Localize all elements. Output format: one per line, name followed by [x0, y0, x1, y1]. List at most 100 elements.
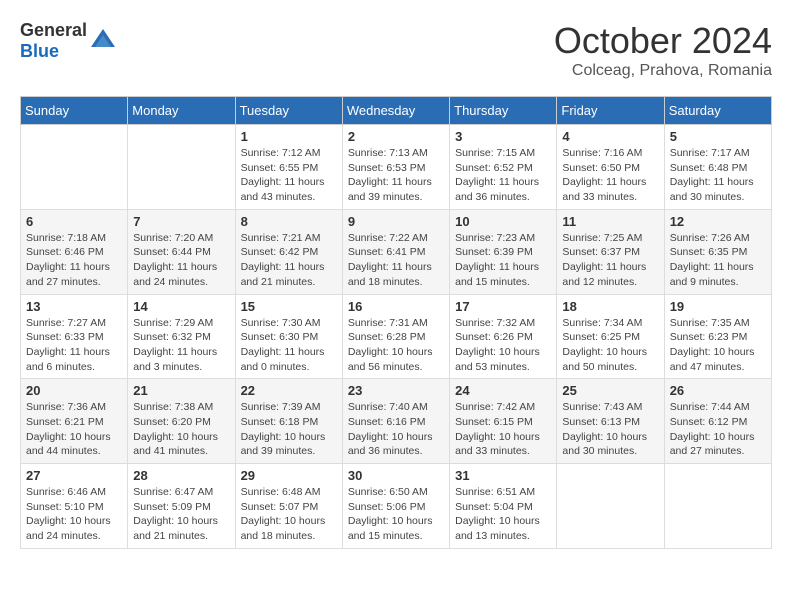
weekday-header: Thursday — [450, 97, 557, 125]
logo: General Blue — [20, 20, 117, 62]
calendar-cell: 31 Sunrise: 6:51 AM Sunset: 5:04 PM Dayli… — [450, 464, 557, 549]
calendar-cell: 23 Sunrise: 7:40 AM Sunset: 6:16 PM Dayli… — [342, 379, 449, 464]
day-number: 15 — [241, 299, 337, 314]
calendar-cell: 20 Sunrise: 7:36 AM Sunset: 6:21 PM Dayli… — [21, 379, 128, 464]
day-info: Sunrise: 7:22 AM Sunset: 6:41 PM Dayligh… — [348, 231, 444, 290]
day-number: 10 — [455, 214, 551, 229]
day-info: Sunrise: 7:13 AM Sunset: 6:53 PM Dayligh… — [348, 146, 444, 205]
calendar-cell: 9 Sunrise: 7:22 AM Sunset: 6:41 PM Daylig… — [342, 209, 449, 294]
day-number: 11 — [562, 214, 658, 229]
calendar-week-row: 27Sunrise: 6:46 AM Sunset: 5:10 PM Dayli… — [21, 464, 772, 549]
day-info: Sunrise: 7:20 AM Sunset: 6:44 PM Dayligh… — [133, 231, 229, 290]
calendar-cell: 2 Sunrise: 7:13 AM Sunset: 6:53 PM Daylig… — [342, 125, 449, 210]
logo-text: General Blue — [20, 20, 87, 62]
calendar-cell: 4 Sunrise: 7:16 AM Sunset: 6:50 PM Daylig… — [557, 125, 664, 210]
day-info: Sunrise: 7:44 AM Sunset: 6:12 PM Dayligh… — [670, 400, 766, 459]
calendar-cell: 29Sunrise: 6:48 AM Sunset: 5:07 PM Dayli… — [235, 464, 342, 549]
day-number: 16 — [348, 299, 444, 314]
day-number: 22 — [241, 383, 337, 398]
day-info: Sunrise: 7:36 AM Sunset: 6:21 PM Dayligh… — [26, 400, 122, 459]
calendar-week-row: 13 Sunrise: 7:27 AM Sunset: 6:33 PM Dayli… — [21, 294, 772, 379]
day-info: Sunrise: 7:34 AM Sunset: 6:25 PM Dayligh… — [562, 316, 658, 375]
calendar-cell: 17 Sunrise: 7:32 AM Sunset: 6:26 PM Dayli… — [450, 294, 557, 379]
day-info: Sunrise: 6:50 AM Sunset: 5:06 PM Dayligh… — [348, 485, 444, 544]
day-info: Sunrise: 7:43 AM Sunset: 6:13 PM Dayligh… — [562, 400, 658, 459]
calendar-cell: 16 Sunrise: 7:31 AM Sunset: 6:28 PM Dayli… — [342, 294, 449, 379]
weekday-header: Wednesday — [342, 97, 449, 125]
day-info: Sunrise: 7:12 AM Sunset: 6:55 PM Dayligh… — [241, 146, 337, 205]
day-info: Sunrise: 7:40 AM Sunset: 6:16 PM Dayligh… — [348, 400, 444, 459]
day-info: Sunrise: 7:31 AM Sunset: 6:28 PM Dayligh… — [348, 316, 444, 375]
day-number: 13 — [26, 299, 122, 314]
calendar-week-row: 1Sunrise: 7:12 AM Sunset: 6:55 PM Daylig… — [21, 125, 772, 210]
day-number: 30 — [348, 468, 444, 483]
calendar-cell: 27Sunrise: 6:46 AM Sunset: 5:10 PM Dayli… — [21, 464, 128, 549]
calendar-cell — [664, 464, 771, 549]
day-number: 12 — [670, 214, 766, 229]
day-info: Sunrise: 7:27 AM Sunset: 6:33 PM Dayligh… — [26, 316, 122, 375]
weekday-header: Monday — [128, 97, 235, 125]
day-number: 7 — [133, 214, 229, 229]
calendar-cell: 5Sunrise: 7:17 AM Sunset: 6:48 PM Daylig… — [664, 125, 771, 210]
day-number: 20 — [26, 383, 122, 398]
calendar-cell — [128, 125, 235, 210]
month-title: October 2024 — [554, 20, 772, 62]
day-number: 6 — [26, 214, 122, 229]
calendar-cell: 15 Sunrise: 7:30 AM Sunset: 6:30 PM Dayli… — [235, 294, 342, 379]
day-info: Sunrise: 7:29 AM Sunset: 6:32 PM Dayligh… — [133, 316, 229, 375]
calendar-cell: 6 Sunrise: 7:18 AM Sunset: 6:46 PM Daylig… — [21, 209, 128, 294]
day-number: 23 — [348, 383, 444, 398]
day-number: 24 — [455, 383, 551, 398]
calendar-cell: 22 Sunrise: 7:39 AM Sunset: 6:18 PM Dayli… — [235, 379, 342, 464]
day-number: 26 — [670, 383, 766, 398]
logo-blue: Blue — [20, 41, 59, 61]
calendar-table: SundayMondayTuesdayWednesdayThursdayFrid… — [20, 96, 772, 549]
day-number: 21 — [133, 383, 229, 398]
day-info: Sunrise: 7:30 AM Sunset: 6:30 PM Dayligh… — [241, 316, 337, 375]
calendar-cell: 30 Sunrise: 6:50 AM Sunset: 5:06 PM Dayli… — [342, 464, 449, 549]
calendar-cell: 18 Sunrise: 7:34 AM Sunset: 6:25 PM Dayli… — [557, 294, 664, 379]
calendar-cell: 3Sunrise: 7:15 AM Sunset: 6:52 PM Daylig… — [450, 125, 557, 210]
calendar-header-row: SundayMondayTuesdayWednesdayThursdayFrid… — [21, 97, 772, 125]
calendar-cell: 8 Sunrise: 7:21 AM Sunset: 6:42 PM Daylig… — [235, 209, 342, 294]
day-number: 18 — [562, 299, 658, 314]
day-info: Sunrise: 6:51 AM Sunset: 5:04 PM Dayligh… — [455, 485, 551, 544]
day-info: Sunrise: 7:38 AM Sunset: 6:20 PM Dayligh… — [133, 400, 229, 459]
calendar-cell: 25 Sunrise: 7:43 AM Sunset: 6:13 PM Dayli… — [557, 379, 664, 464]
weekday-header: Friday — [557, 97, 664, 125]
day-number: 31 — [455, 468, 551, 483]
day-number: 9 — [348, 214, 444, 229]
day-number: 2 — [348, 129, 444, 144]
calendar-cell — [21, 125, 128, 210]
location-title: Colceag, Prahova, Romania — [554, 62, 772, 80]
calendar-cell: 19Sunrise: 7:35 AM Sunset: 6:23 PM Dayli… — [664, 294, 771, 379]
day-info: Sunrise: 6:48 AM Sunset: 5:07 PM Dayligh… — [241, 485, 337, 544]
calendar-cell: 28Sunrise: 6:47 AM Sunset: 5:09 PM Dayli… — [128, 464, 235, 549]
calendar-cell: 1Sunrise: 7:12 AM Sunset: 6:55 PM Daylig… — [235, 125, 342, 210]
day-info: Sunrise: 7:17 AM Sunset: 6:48 PM Dayligh… — [670, 146, 766, 205]
day-info: Sunrise: 7:39 AM Sunset: 6:18 PM Dayligh… — [241, 400, 337, 459]
day-info: Sunrise: 7:32 AM Sunset: 6:26 PM Dayligh… — [455, 316, 551, 375]
title-section: October 2024 Colceag, Prahova, Romania — [554, 20, 772, 80]
day-number: 8 — [241, 214, 337, 229]
calendar-week-row: 6 Sunrise: 7:18 AM Sunset: 6:46 PM Daylig… — [21, 209, 772, 294]
calendar-cell: 12Sunrise: 7:26 AM Sunset: 6:35 PM Dayli… — [664, 209, 771, 294]
day-number: 25 — [562, 383, 658, 398]
day-number: 19 — [670, 299, 766, 314]
day-info: Sunrise: 7:16 AM Sunset: 6:50 PM Dayligh… — [562, 146, 658, 205]
day-info: Sunrise: 7:18 AM Sunset: 6:46 PM Dayligh… — [26, 231, 122, 290]
calendar-cell: 26 Sunrise: 7:44 AM Sunset: 6:12 PM Dayli… — [664, 379, 771, 464]
calendar-cell: 10 Sunrise: 7:23 AM Sunset: 6:39 PM Dayli… — [450, 209, 557, 294]
day-info: Sunrise: 7:21 AM Sunset: 6:42 PM Dayligh… — [241, 231, 337, 290]
logo-icon — [89, 27, 117, 55]
day-info: Sunrise: 7:23 AM Sunset: 6:39 PM Dayligh… — [455, 231, 551, 290]
day-number: 3 — [455, 129, 551, 144]
calendar-week-row: 20 Sunrise: 7:36 AM Sunset: 6:21 PM Dayli… — [21, 379, 772, 464]
calendar-cell: 7 Sunrise: 7:20 AM Sunset: 6:44 PM Daylig… — [128, 209, 235, 294]
day-number: 17 — [455, 299, 551, 314]
calendar-cell: 11Sunrise: 7:25 AM Sunset: 6:37 PM Dayli… — [557, 209, 664, 294]
weekday-header: Saturday — [664, 97, 771, 125]
day-number: 4 — [562, 129, 658, 144]
day-number: 28 — [133, 468, 229, 483]
page-header: General Blue October 2024 Colceag, Praho… — [20, 20, 772, 80]
